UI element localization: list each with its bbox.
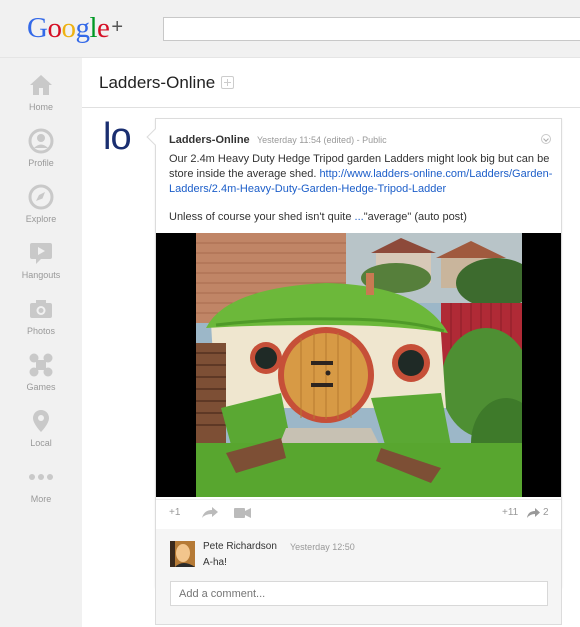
nav-item-local[interactable]: Local	[0, 408, 82, 460]
logo-letter: G	[27, 12, 48, 44]
logo-letter: o	[47, 12, 62, 44]
page-title: Ladders-Online	[99, 73, 216, 92]
card-notch	[146, 128, 164, 146]
nav-label: Local	[30, 438, 52, 448]
games-icon	[29, 353, 53, 377]
nav-item-home[interactable]: Home	[0, 72, 82, 124]
plus-one-button[interactable]: +1	[169, 507, 180, 518]
nav-label: Hangouts	[21, 270, 61, 280]
top-bar: Google +	[0, 0, 580, 58]
location-pin-icon	[33, 410, 49, 432]
logo-plus: +	[111, 16, 123, 38]
share-count[interactable]: 2	[543, 507, 549, 518]
nav-label: Profile	[28, 158, 54, 168]
comment-text: A-ha!	[203, 557, 227, 568]
post-image[interactable]	[156, 233, 561, 497]
google-plus-logo[interactable]: Google +	[27, 12, 123, 45]
nav-label: More	[30, 494, 52, 504]
add-to-circles-icon[interactable]	[221, 76, 234, 89]
comment-input[interactable]	[170, 581, 548, 606]
nav-item-hangouts[interactable]: Hangouts	[0, 240, 82, 292]
main-content: Ladders-Online lo Ladders-Online Yesterd…	[82, 58, 580, 627]
nav-label: Photos	[26, 326, 56, 336]
post-body-second: Unless of course your shed isn't quite .…	[169, 210, 554, 225]
nav-label: Explore	[25, 214, 57, 224]
nav-item-profile[interactable]: Profile	[0, 128, 82, 180]
video-hangout-icon[interactable]	[234, 508, 251, 518]
nav-label: Home	[28, 102, 53, 112]
nav-item-more[interactable]: More	[0, 464, 82, 516]
logo-letter: o	[61, 12, 76, 44]
post-actions: +1 +11 2	[156, 499, 561, 525]
logo-letter: e	[97, 12, 110, 44]
hangouts-icon	[30, 243, 52, 264]
post-meta: Yesterday 11:54 (edited) - Public	[257, 135, 387, 145]
camera-icon	[30, 300, 52, 318]
reshare-count-icon	[527, 508, 540, 518]
left-nav: Home Profile Explore Hangouts Photos Gam…	[0, 58, 82, 627]
nav-item-games[interactable]: Games	[0, 352, 82, 404]
logo-letter: g	[75, 12, 90, 44]
post-text: Unless of course your shed isn't quite	[169, 211, 355, 223]
nav-item-photos[interactable]: Photos	[0, 296, 82, 348]
comment-time: Yesterday 12:50	[290, 542, 355, 552]
nav-label: Games	[26, 382, 56, 392]
post-card: Ladders-Online Yesterday 11:54 (edited) …	[146, 118, 562, 587]
comment-author[interactable]: Pete Richardson	[203, 541, 277, 552]
avatar[interactable]	[170, 541, 195, 567]
commenter-photo	[170, 541, 195, 567]
search-input[interactable]	[163, 17, 580, 41]
page-avatar[interactable]: lo	[103, 116, 132, 159]
post-body: Our 2.4m Heavy Duty Hedge Tripod garden …	[169, 152, 554, 197]
comments-section: Pete Richardson Yesterday 12:50 A-ha!	[155, 529, 562, 625]
post-text: "average" (auto post)	[363, 211, 467, 223]
plus-one-count[interactable]: +11	[502, 507, 518, 518]
home-icon	[30, 75, 52, 95]
shed-photo	[196, 233, 522, 497]
nav-item-explore[interactable]: Explore	[0, 184, 82, 236]
profile-icon	[28, 128, 54, 154]
page-header: Ladders-Online	[82, 58, 580, 108]
post-expand-link[interactable]: ...	[355, 211, 364, 223]
post-author[interactable]: Ladders-Online	[169, 134, 250, 146]
compass-icon	[28, 184, 54, 210]
share-icon[interactable]	[202, 507, 218, 518]
more-dots-icon	[29, 474, 53, 480]
chevron-down-icon[interactable]	[541, 134, 551, 144]
logo-letter: l	[89, 12, 98, 44]
